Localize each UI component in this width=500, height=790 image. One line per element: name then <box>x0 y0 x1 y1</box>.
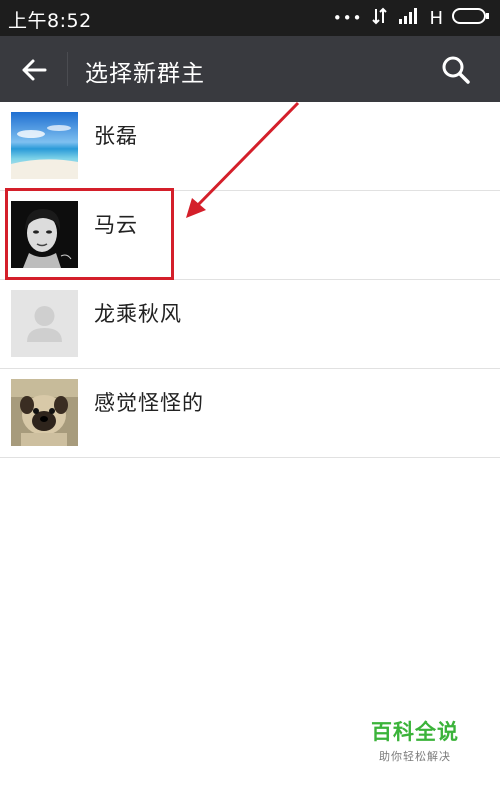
watermark-subtitle: 助你轻松解决 <box>379 750 451 763</box>
data-transfer-icon <box>371 7 389 29</box>
avatar <box>11 112 78 179</box>
avatar <box>11 379 78 446</box>
list-item[interactable]: 张磊 <box>0 102 500 191</box>
battery-icon <box>452 7 490 29</box>
contact-list: 张磊 马云 龙乘秋风 感觉怪怪的 <box>0 102 500 458</box>
header-divider <box>67 52 68 86</box>
page-title: 选择新群主 <box>85 61 205 87</box>
status-bar: 上午8:52 ••• H <box>0 0 500 36</box>
header-bar: 选择新群主 <box>0 36 500 102</box>
search-button[interactable] <box>440 54 472 86</box>
list-item[interactable]: 龙乘秋风 <box>0 280 500 369</box>
contact-name: 张磊 <box>94 124 138 148</box>
watermark: 百科全说 助你轻松解决 <box>360 716 470 764</box>
notification-dots-icon: ••• <box>332 9 363 27</box>
back-button[interactable] <box>18 54 50 86</box>
list-item[interactable]: 马云 <box>0 191 500 280</box>
contact-name: 龙乘秋风 <box>94 302 182 326</box>
back-arrow-icon <box>22 59 47 81</box>
list-item[interactable]: 感觉怪怪的 <box>0 369 500 458</box>
network-type-label: H <box>429 7 443 29</box>
search-icon <box>442 56 470 84</box>
signal-icon <box>398 8 420 28</box>
status-icons: ••• H <box>333 6 490 30</box>
watermark-title: 百科全说 <box>371 720 459 744</box>
avatar <box>11 201 78 268</box>
contact-name: 感觉怪怪的 <box>94 391 204 415</box>
status-time: 上午8:52 <box>8 10 92 32</box>
contact-name: 马云 <box>94 213 138 237</box>
default-person-icon <box>11 290 78 357</box>
